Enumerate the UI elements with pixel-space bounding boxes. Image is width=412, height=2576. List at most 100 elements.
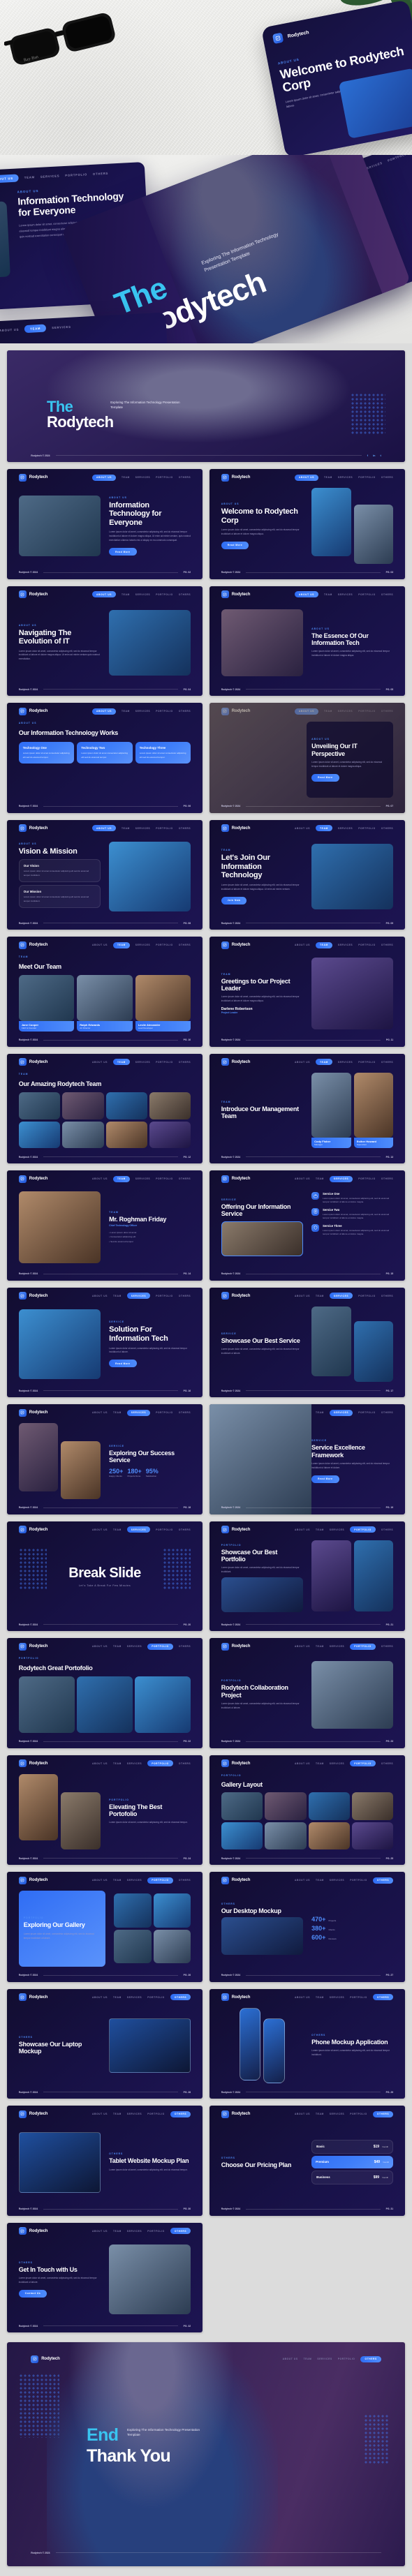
nav-item-about-us[interactable]: ABOUT US	[295, 1762, 310, 1765]
nav-item-portfolio[interactable]: PORTFOLIO	[65, 172, 87, 177]
nav-item-services[interactable]: SERVICES	[127, 1996, 142, 1999]
slide-preview-exploring-gallery[interactable]: Rodytech ABOUT US TEAM SERVICES PORTFOLIO OTH…	[7, 1872, 203, 1982]
pricing-plan[interactable]: Business $99/month	[311, 2171, 394, 2185]
nav-item-others[interactable]: OTHERS	[381, 827, 393, 830]
nav-item-portfolio[interactable]: PORTFOLIO	[156, 1411, 173, 1414]
nav-item-others[interactable]: OTHERS	[179, 710, 191, 713]
nav-item-team[interactable]: TEAM	[122, 476, 130, 479]
slide-preview-management-team[interactable]: Rodytech ABOUT US TEAM SERVICES PORTFOLIO OTH…	[209, 1053, 405, 1164]
nav-item-portfolio[interactable]: PORTFOLIO	[156, 1177, 173, 1180]
nav-item-others[interactable]: OTHERS	[179, 476, 191, 479]
nav-item-portfolio[interactable]: PORTFOLIO	[350, 1879, 367, 1882]
nav-item-team[interactable]: TEAM	[122, 593, 130, 596]
nav-item-portfolio[interactable]: PORTFOLIO	[358, 1411, 376, 1414]
nav-item-portfolio[interactable]: PORTFOLIO	[358, 1295, 376, 1297]
slide-preview-essence[interactable]: Rodytech ABOUT US TEAM SERVICES PORTFOLIO OTH…	[209, 586, 405, 697]
slide-preview-welcome[interactable]: Rodytech ABOUT US TEAM SERVICES PORTFOLIO OTH…	[209, 469, 405, 579]
nav-item-portfolio[interactable]: PORTFOLIO	[350, 2113, 367, 2115]
nav-item-others[interactable]: OTHERS	[381, 593, 393, 596]
slide-preview-elevating[interactable]: Rodytech ABOUT US TEAM SERVICES PORTFOLIO OTH…	[7, 1755, 203, 1866]
nav-item-team[interactable]: TEAM	[316, 1879, 324, 1882]
nav-item-services[interactable]: SERVICES	[330, 1645, 344, 1648]
nav-item-about-us[interactable]: ABOUT US	[92, 1879, 108, 1882]
slide-preview-about-us[interactable]: Rodytech ABOUT US TEAM SERVICES PORTFOLIO OTH…	[7, 469, 203, 579]
slide-preview-break-slide[interactable]: Rodytech ABOUT US TEAM SERVICES PORTFOLIO OTH…	[7, 1521, 203, 1632]
nav-item-others[interactable]: OTHERS	[381, 1061, 393, 1064]
nav-item-about-us[interactable]: ABOUT US	[295, 474, 319, 481]
nav-item-about-us[interactable]: ABOUT US	[283, 2358, 298, 2360]
nav-item-portfolio[interactable]: PORTFOLIO	[350, 1996, 367, 1999]
nav-item-portfolio[interactable]: PORTFOLIO	[156, 476, 173, 479]
nav-item-team[interactable]: TEAM	[113, 1879, 122, 1882]
slide-preview-great-portfolio[interactable]: Rodytech ABOUT US TEAM SERVICES PORTFOLIO OTH…	[7, 1638, 203, 1748]
nav-item-about-us[interactable]: ABOUT US	[92, 2113, 108, 2115]
nav-item-services[interactable]: SERVICES	[338, 827, 353, 830]
slide-preview-excellence-framework[interactable]: RodytechABOUT USTEAMSERVICESPORTFOLIOOTH…	[209, 1404, 405, 1514]
nav-item-portfolio[interactable]: PORTFOLIO	[147, 1996, 165, 1999]
nav-item-team[interactable]: TEAM	[122, 827, 130, 830]
nav-item-team[interactable]: TEAM	[113, 1411, 122, 1414]
nav-item-team[interactable]: TEAM	[324, 593, 332, 596]
slide-cta-button[interactable]: Join Now	[221, 896, 247, 904]
slide-preview-best-portfolio[interactable]: Rodytech ABOUT US TEAM SERVICES PORTFOLIO OTH…	[209, 1521, 405, 1632]
slide-preview-vision-mission[interactable]: Rodytech ABOUT US TEAM SERVICES PORTFOLIO OTH…	[7, 819, 203, 930]
nav-item-portfolio[interactable]: PORTFOLIO	[350, 1760, 376, 1767]
pricing-plan[interactable]: Premium $49/month	[311, 2156, 394, 2169]
nav-item-about-us[interactable]: ABOUT US	[295, 591, 319, 598]
nav-item-others[interactable]: OTHERS	[381, 1411, 393, 1414]
nav-item-others[interactable]: OTHERS	[170, 2228, 191, 2235]
nav-item-team[interactable]: TEAM	[113, 1175, 130, 1182]
nav-item-services[interactable]: SERVICES	[330, 1528, 344, 1531]
nav-item-team[interactable]: TEAM	[316, 1645, 324, 1648]
slide-preview-tablet-mockup[interactable]: Rodytech ABOUT US TEAM SERVICES PORTFOLIO OTH…	[7, 2106, 203, 2216]
nav-item-team[interactable]: TEAM	[316, 1996, 324, 1999]
nav-item-team[interactable]: TEAM	[316, 941, 332, 948]
nav-item-about-us[interactable]: ABOUT US	[295, 1295, 310, 1297]
pricing-plan[interactable]: Basic $19/month	[311, 2140, 394, 2154]
nav-item-services[interactable]: SERVICES	[127, 1645, 142, 1648]
nav-item-portfolio[interactable]: PORTFOLIO	[156, 710, 173, 713]
slide-preview-solution-info[interactable]: Rodytech ABOUT US TEAM SERVICES PORTFOLIO OTH…	[7, 1287, 203, 1398]
nav-item-portfolio[interactable]: PORTFOLIO	[338, 2358, 355, 2360]
nav-item-others[interactable]: OTHERS	[179, 1061, 191, 1064]
nav-item-team[interactable]: TEAM	[316, 1177, 324, 1180]
nav-item-others[interactable]: OTHERS	[179, 1295, 191, 1297]
nav-item-portfolio[interactable]: PORTFOLIO	[156, 827, 173, 830]
nav-item-portfolio[interactable]: PORTFOLIO	[350, 1526, 376, 1533]
nav-item-portfolio[interactable]: PORTFOLIO	[156, 944, 173, 946]
nav-item-team[interactable]: TEAM	[113, 1996, 122, 1999]
nav-item-others[interactable]: OTHERS	[179, 827, 191, 830]
slide-preview-desktop-mockup[interactable]: Rodytech ABOUT US TEAM SERVICES PORTFOLIO OTH…	[209, 1872, 405, 1982]
nav-item-about-us[interactable]: ABOUT US	[92, 1295, 108, 1297]
nav-item-others[interactable]: OTHERS	[179, 1645, 191, 1648]
nav-item-portfolio[interactable]: PORTFOLIO	[358, 1061, 376, 1064]
nav-item-team[interactable]: TEAM	[324, 476, 332, 479]
nav-item-portfolio[interactable]: PORTFOLIO	[156, 1295, 173, 1297]
nav-item-team[interactable]: TEAM	[122, 710, 130, 713]
nav-item-services[interactable]: SERVICES	[338, 476, 353, 479]
slide-preview-gallery-layout[interactable]: Rodytech ABOUT US TEAM SERVICES PORTFOLIO OTH…	[209, 1755, 405, 1866]
nav-item-services[interactable]: SERVICES	[126, 1293, 151, 1300]
nav-item-services[interactable]: SERVICES	[41, 174, 60, 178]
nav-item-others[interactable]: OTHERS	[381, 1762, 393, 1765]
nav-item-services[interactable]: SERVICES	[135, 1177, 150, 1180]
slide-preview-pricing[interactable]: Rodytech ABOUT US TEAM SERVICES PORTFOLIO OTH…	[209, 2106, 405, 2216]
slide-preview-success-service[interactable]: Rodytech ABOUT US TEAM SERVICES PORTFOLIO OTH…	[7, 1404, 203, 1514]
slide-preview-get-in-touch[interactable]: Rodytech ABOUT US TEAM SERVICES PORTFOLIO OTH…	[7, 2222, 203, 2333]
nav-item-services[interactable]: SERVICES	[329, 1175, 353, 1182]
nav-item-about-us[interactable]: ABOUT US	[295, 1996, 310, 1999]
nav-item-services[interactable]: SERVICES	[127, 2113, 142, 2115]
nav-item-others[interactable]: OTHERS	[372, 2110, 394, 2117]
nav-item-about-us[interactable]: ABOUT US	[295, 827, 310, 830]
slide-preview-perspective[interactable]: RodytechABOUT USTEAMSERVICESPORTFOLIOOTH…	[209, 703, 405, 813]
nav-item-portfolio[interactable]: PORTFOLIO	[147, 1643, 173, 1650]
nav-item-services[interactable]: SERVICES	[127, 1762, 142, 1765]
nav-item-others[interactable]: OTHERS	[179, 1411, 191, 1414]
social-icon-in[interactable]: in	[373, 454, 376, 457]
nav-item-portfolio[interactable]: PORTFOLIO	[350, 1643, 376, 1650]
nav-item-services[interactable]: SERVICES	[135, 710, 150, 713]
nav-item-team[interactable]: TEAM	[113, 2113, 122, 2115]
slide-preview-lets-join[interactable]: Rodytech ABOUT US TEAM SERVICES PORTFOLIO OTH…	[209, 819, 405, 930]
nav-item-about-us[interactable]: ABOUT US	[295, 944, 310, 946]
nav-item-portfolio[interactable]: PORTFOLIO	[358, 944, 376, 946]
